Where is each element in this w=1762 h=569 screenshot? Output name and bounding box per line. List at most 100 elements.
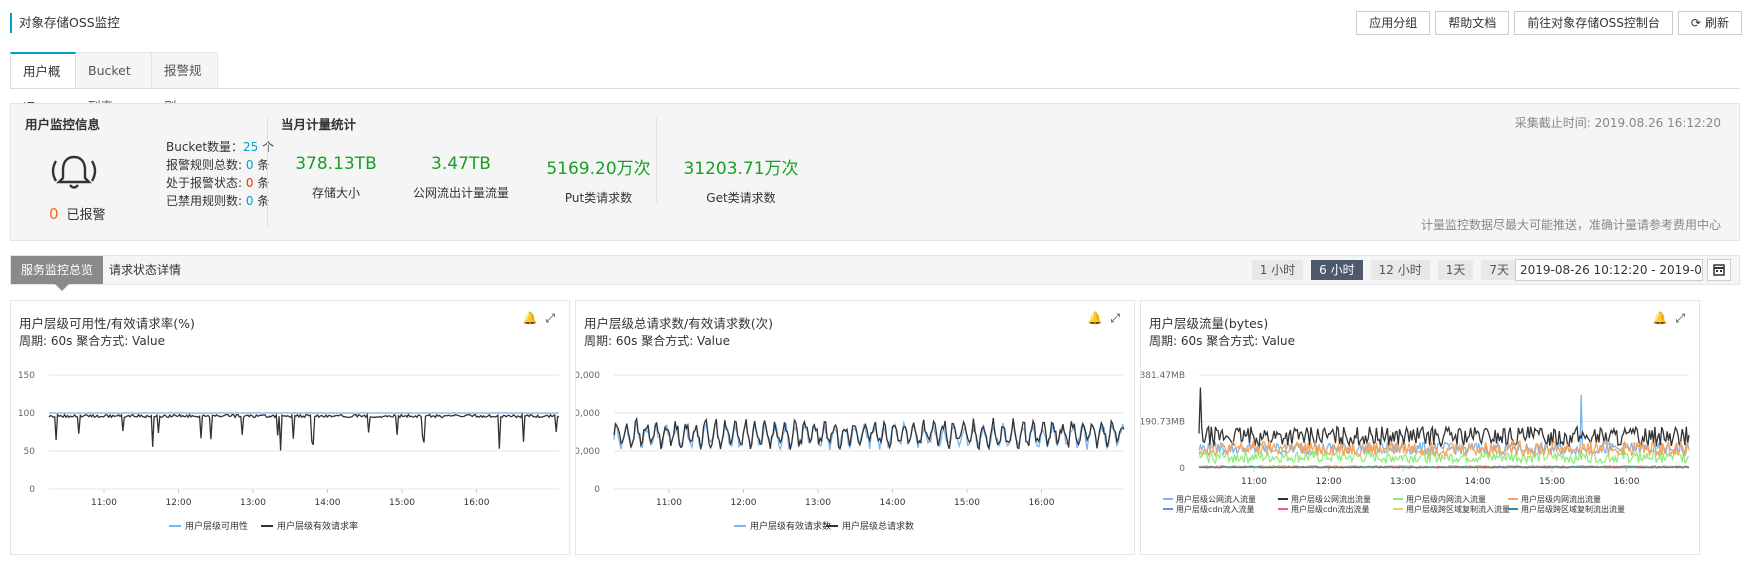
- metric-label: 存储大小: [311, 186, 360, 200]
- x-tick-label: 15:00: [1539, 477, 1565, 487]
- range-12h-button[interactable]: 12 小时: [1370, 260, 1430, 280]
- rule-total-link[interactable]: 0: [246, 158, 254, 172]
- requests-chart: 30,000 20,000 10,000 0 11:00 12:00 13:00 14:00 1…: [576, 371, 1125, 532]
- expand-icon[interactable]: ⤢: [1675, 311, 1685, 326]
- app-group-button[interactable]: 应用分组: [1356, 11, 1431, 35]
- x-tick-label: 16:00: [1029, 498, 1055, 508]
- legend-label: 用户层级可用性: [185, 520, 248, 532]
- stat-rule-total: 报警规则总数: 0 条: [166, 158, 270, 172]
- range-1h-button[interactable]: 1 小时: [1251, 260, 1304, 280]
- alarm-bell-icon[interactable]: 🔔: [1087, 311, 1102, 326]
- expand-icon[interactable]: ⤢: [545, 311, 555, 326]
- x-tick-label: 14:00: [1465, 477, 1491, 487]
- x-tick-label: 12:00: [166, 498, 192, 508]
- range-6h-button[interactable]: 6 小时: [1311, 260, 1363, 280]
- metric-value: 31203.71万次: [683, 159, 799, 179]
- alarm-count-value: 0: [49, 205, 59, 223]
- metric-storage: 378.13TB 存储大小: [286, 154, 386, 201]
- metric-value: 378.13TB: [295, 154, 377, 174]
- x-tick-label: 14:00: [880, 498, 906, 508]
- chart-actions: 🔔 ⤢: [1087, 311, 1120, 326]
- chart-title: 用户层级总请求数/有效请求数(次): [584, 316, 773, 331]
- oss-console-button[interactable]: 前往对象存储OSS控制台: [1514, 11, 1673, 35]
- legend-label: 用户层级有效请求率: [277, 520, 358, 532]
- subtab-request-status[interactable]: 请求状态详情: [99, 256, 191, 284]
- calendar-icon: [1713, 264, 1725, 276]
- divider: [656, 118, 657, 203]
- legend-label: 用户层级公网流出流量: [1291, 494, 1371, 504]
- legend-label: 用户层级内网流出流量: [1521, 494, 1601, 504]
- legend-label: 用户层级cdn流入流量: [1176, 504, 1255, 514]
- tab-user-overview[interactable]: 用户概况: [10, 52, 76, 115]
- series-line: [1198, 394, 1690, 457]
- y-tick-label: 0: [1179, 464, 1185, 474]
- metric-label: Get类请求数: [706, 191, 776, 205]
- x-tick-label: 13:00: [1390, 477, 1416, 487]
- y-tick-label: 0: [29, 485, 35, 495]
- x-tick-label: 14:00: [315, 498, 341, 508]
- date-range-input[interactable]: 2019-08-26 10:12:20 - 2019-08-26 16:12:2…: [1515, 259, 1703, 281]
- stat-alarming: 处于报警状态: 0 条: [166, 176, 270, 190]
- metric-label: Put类请求数: [564, 191, 633, 205]
- x-tick-label: 13:00: [805, 498, 831, 508]
- legend-label: 用户层级总请求数: [842, 520, 914, 532]
- x-tick-label: 11:00: [1241, 477, 1267, 487]
- subtab-service-overview[interactable]: 服务监控总览: [11, 256, 104, 291]
- legend-label: 用户层级内网流入流量: [1406, 494, 1486, 504]
- alarm-bell-icon[interactable]: 🔔: [1652, 311, 1667, 326]
- legend-label: 用户层级公网流入流量: [1176, 494, 1256, 504]
- expand-icon[interactable]: ⤢: [1110, 311, 1120, 326]
- availability-chart: 150 100 50 0 11:00 12:00 13:00 14:00 15:00 16:00 用…: [18, 371, 560, 532]
- y-tick-label: 381.47MB: [1141, 371, 1185, 381]
- help-docs-button[interactable]: 帮助文档: [1435, 11, 1510, 35]
- alarm-bell-icon[interactable]: 🔔: [522, 311, 537, 326]
- y-tick-label: 20,000: [576, 409, 600, 419]
- disabled-link[interactable]: 0: [246, 194, 254, 208]
- month-stats-title: 当月计量统计: [281, 117, 357, 132]
- series-line: [1198, 387, 1690, 448]
- chart-panel-availability: 用户层级可用性/有效请求率(%) 周期: 60s 聚合方式: Value 🔔 ⤢…: [10, 300, 570, 555]
- chart-subtitle: 周期: 60s 聚合方式: Value: [584, 334, 731, 348]
- tab-alarm-rules[interactable]: 报警规则: [152, 52, 218, 114]
- y-tick-label: 30,000: [576, 371, 600, 381]
- header-toolbar: 应用分组 帮助文档 前往对象存储OSS控制台 ⟳ 刷新: [1356, 11, 1742, 35]
- stat-disabled: 已禁用规则数: 0 条: [166, 194, 270, 208]
- chart-actions: 🔔 ⤢: [522, 311, 555, 326]
- series-line: [48, 412, 560, 451]
- y-tick-label: 50: [24, 447, 36, 457]
- calendar-button[interactable]: [1707, 259, 1731, 281]
- chart-title: 用户层级流量(bytes): [1149, 316, 1269, 331]
- chart-subtitle: 周期: 60s 聚合方式: Value: [1149, 334, 1296, 348]
- refresh-label: 刷新: [1704, 16, 1729, 30]
- chart-title: 用户层级可用性/有效请求率(%): [19, 316, 195, 331]
- y-tick-label: 100: [18, 409, 35, 419]
- x-tick-label: 15:00: [954, 498, 980, 508]
- refresh-button[interactable]: ⟳ 刷新: [1677, 11, 1742, 35]
- alarm-count: 0 已报警: [49, 204, 106, 223]
- alarming-link[interactable]: 0: [246, 176, 254, 190]
- chart-actions: 🔔 ⤢: [1652, 311, 1685, 326]
- stat-bucket-count: Bucket数量：25 个: [166, 140, 275, 154]
- page-title: 对象存储OSS监控: [10, 13, 120, 33]
- x-tick-label: 11:00: [656, 498, 682, 508]
- bucket-count-link[interactable]: 25: [243, 140, 258, 154]
- time-range-group: 1 小时 6 小时 12 小时 1天 7天: [1251, 260, 1517, 280]
- y-tick-label: 0: [594, 485, 600, 495]
- x-tick-label: 16:00: [1614, 477, 1640, 487]
- tab-bucket-list[interactable]: Bucket列表: [76, 52, 152, 114]
- range-7d-button[interactable]: 7天: [1481, 260, 1517, 280]
- legend-label: 用户层级cdn流出流量: [1291, 504, 1370, 514]
- divider: [267, 118, 268, 228]
- x-tick-label: 12:00: [1316, 477, 1342, 487]
- legend-label: 用户层级有效请求数: [750, 520, 831, 532]
- y-tick-label: 10,000: [576, 447, 600, 457]
- bell-icon: [51, 155, 97, 189]
- collect-timestamp: 采集截止时间: 2019.08.26 16:12:20: [1514, 116, 1721, 130]
- summary-panel: 用户监控信息 0 已报警 Bucket数量：25 个 报警规则总数: 0 条 处于…: [10, 103, 1740, 241]
- metric-value: 5169.20万次: [546, 159, 651, 179]
- monitor-subbar: 服务监控总览 请求状态详情 1 小时 6 小时 12 小时 1天 7天 2019…: [10, 255, 1740, 291]
- chart-subtitle: 周期: 60s 聚合方式: Value: [19, 334, 166, 348]
- x-tick-label: 15:00: [389, 498, 415, 508]
- x-tick-label: 11:00: [91, 498, 117, 508]
- range-1d-button[interactable]: 1天: [1437, 260, 1474, 280]
